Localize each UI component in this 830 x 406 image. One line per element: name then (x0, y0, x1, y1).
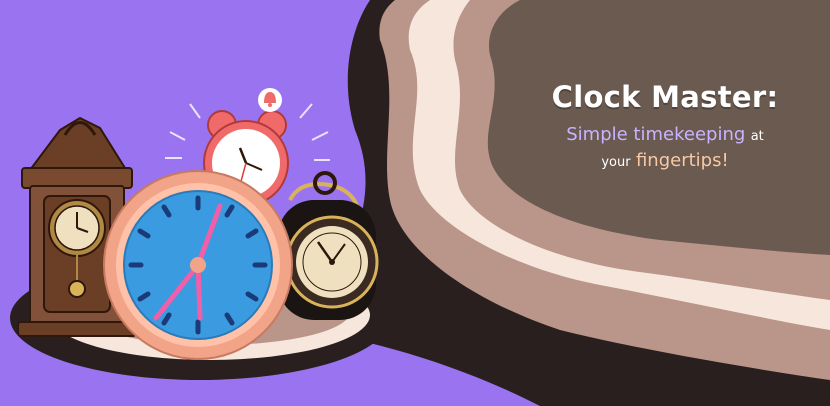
highlight-simple-timekeeping: Simple timekeeping (566, 124, 746, 145)
tagline-block: Clock Master: Simple timekeeping at your… (540, 80, 790, 171)
headline-title: Clock Master: (551, 80, 779, 114)
clock-master-banner: Clock Master: Simple timekeeping at your… (0, 0, 830, 406)
tagline-line-2: Simple timekeeping at (540, 124, 790, 145)
banner-illustration (0, 0, 830, 406)
highlight-fingertips: fingertips! (635, 150, 729, 171)
tagline-at: at (750, 129, 764, 144)
tagline-line-3: your fingertips! (540, 150, 790, 171)
tagline-your: your (601, 155, 631, 170)
wall-clock-icon (103, 170, 293, 360)
